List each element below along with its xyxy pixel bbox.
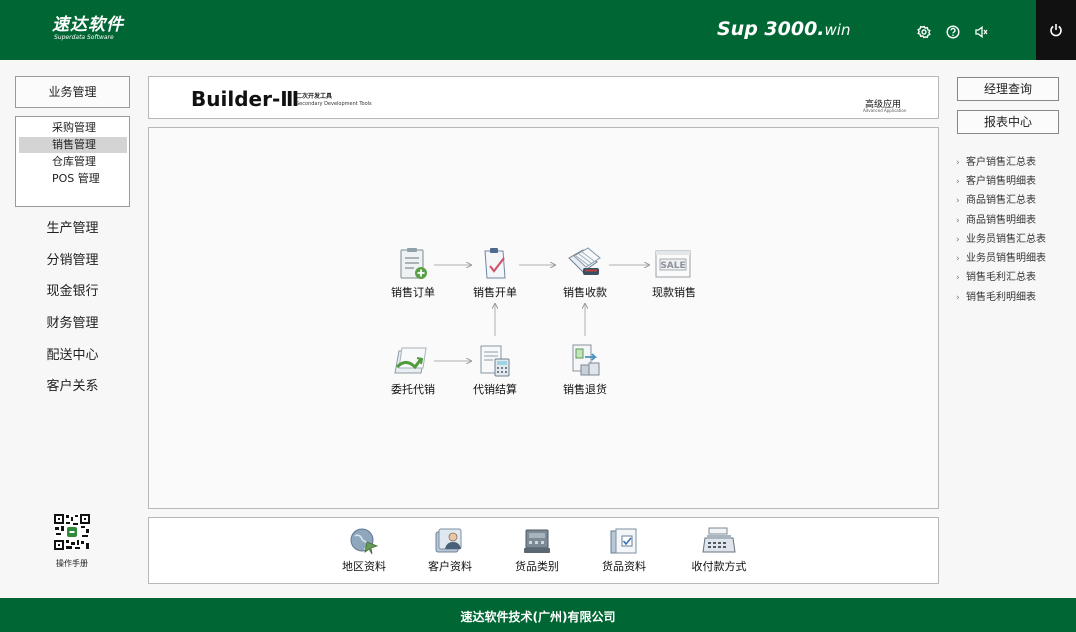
flow-label-sales-receipt: 销售收款 — [563, 286, 607, 299]
report-link-customer-sales-summary[interactable]: › 客户销售汇总表 — [956, 153, 1036, 168]
payment-method-icon — [702, 527, 736, 553]
chevron-right-icon: › — [956, 196, 960, 206]
nav-item-customer-relations[interactable]: 客户关系 — [15, 375, 130, 394]
settings-icon[interactable] — [917, 24, 931, 39]
consignment-settlement-icon — [480, 345, 510, 377]
report-link-label: 商品销售汇总表 — [966, 195, 1036, 206]
report-link-label: 销售毛利汇总表 — [966, 272, 1036, 283]
footer-bar: 速达软件技术(广州)有限公司 — [0, 598, 1076, 632]
report-link-label: 商品销售明细表 — [966, 215, 1036, 226]
region-data-icon — [350, 528, 379, 555]
chevron-right-icon: › — [956, 216, 960, 226]
builder-banner: Builder-Ⅲ 二次开发工具 Secondary Development T… — [148, 76, 939, 119]
bottom-label-goods-category: 货品类别 — [515, 560, 559, 573]
report-center-button[interactable]: 报表中心 — [957, 110, 1059, 134]
bottom-item-goods-data[interactable]: 货品资料 — [589, 526, 659, 574]
report-link-label: 客户销售明细表 — [966, 176, 1036, 187]
flow-node-consignment-settlement[interactable]: 代销结算 — [460, 343, 530, 397]
report-link-gross-profit-summary[interactable]: › 销售毛利汇总表 — [956, 268, 1036, 283]
flow-label-consignment: 委托代销 — [391, 383, 435, 396]
sales-return-icon — [572, 344, 600, 376]
report-link-customer-sales-detail[interactable]: › 客户销售明细表 — [956, 172, 1036, 187]
flow-label-consignment-settlement: 代销结算 — [473, 383, 517, 396]
bottom-label-customer: 客户资料 — [428, 560, 472, 573]
chevron-right-icon: › — [956, 177, 960, 187]
sales-receipt-icon — [568, 247, 601, 275]
footer-company-name: 速达软件技术(广州)有限公司 — [460, 610, 616, 624]
chevron-right-icon: › — [956, 293, 960, 303]
flow-node-consignment[interactable]: 委托代销 — [378, 343, 448, 397]
company-logo: 速达软件 Superdata Software — [52, 16, 124, 42]
power-button[interactable] — [1036, 0, 1076, 60]
flow-node-cash-sale[interactable]: SALE 现款销售 — [639, 246, 709, 300]
sales-invoice-icon — [484, 248, 506, 279]
submenu-item-purchase[interactable]: 采购管理 — [19, 120, 127, 136]
report-link-salesman-sales-detail[interactable]: › 业务员销售明细表 — [956, 249, 1046, 264]
bottom-item-goods-category[interactable]: 货品类别 — [502, 526, 572, 574]
qr-code-icon[interactable] — [54, 514, 90, 550]
flow-node-sales-order[interactable]: 销售订单 — [378, 246, 448, 300]
nav-item-finance[interactable]: 财务管理 — [15, 312, 130, 331]
report-link-label: 销售毛利明细表 — [966, 292, 1036, 303]
goods-data-icon — [610, 528, 637, 554]
submenu-item-sales[interactable]: 销售管理 — [19, 137, 127, 153]
report-link-label: 客户销售汇总表 — [966, 157, 1036, 168]
nav-item-distribution[interactable]: 分销管理 — [15, 249, 130, 268]
report-link-goods-sales-summary[interactable]: › 商品销售汇总表 — [956, 191, 1036, 206]
advanced-application-en: Advanced Application — [863, 108, 907, 113]
report-link-goods-sales-detail[interactable]: › 商品销售明细表 — [956, 211, 1036, 226]
submenu-item-pos[interactable]: POS 管理 — [19, 171, 127, 187]
logo-english: Superdata Software — [54, 34, 114, 41]
bottom-label-payment-method: 收付款方式 — [691, 560, 747, 573]
sales-order-icon — [400, 248, 427, 279]
flow-label-sales-order: 销售订单 — [391, 286, 435, 299]
flow-node-sales-invoice[interactable]: 销售开单 — [460, 246, 530, 300]
basic-data-panel: 地区资料 客户资料 货品类别 货品资料 收付款方式 — [148, 517, 939, 584]
flow-label-cash-sale: 现款销售 — [652, 286, 696, 299]
goods-category-icon — [524, 529, 550, 553]
business-management-button[interactable]: 业务管理 — [15, 76, 130, 108]
bottom-item-region[interactable]: 地区资料 — [329, 526, 399, 574]
builder-subtitle-en: Secondary Development Tools — [296, 101, 372, 107]
nav-item-delivery[interactable]: 配送中心 — [15, 344, 130, 363]
report-link-label: 业务员销售明细表 — [966, 253, 1046, 264]
chevron-right-icon: › — [956, 158, 960, 168]
flow-node-sales-receipt[interactable]: 销售收款 — [550, 244, 620, 300]
submenu-item-warehouse[interactable]: 仓库管理 — [19, 154, 127, 170]
nav-item-production[interactable]: 生产管理 — [15, 217, 130, 236]
report-link-gross-profit-detail[interactable]: › 销售毛利明细表 — [956, 288, 1036, 303]
bottom-label-goods-data: 货品资料 — [602, 560, 646, 573]
sound-icon[interactable] — [974, 24, 988, 39]
app-title-main: Sup 3000. — [717, 18, 825, 40]
report-link-salesman-sales-summary[interactable]: › 业务员销售汇总表 — [956, 230, 1046, 245]
manual-label: 操作手册 — [56, 559, 88, 568]
sales-flow-panel: 销售订单 销售开单 销售收款 SALE 现款销售 委托代销 代销结算 销售退货 — [148, 127, 939, 509]
cash-sale-icon: SALE — [655, 250, 691, 278]
bottom-label-region: 地区资料 — [342, 560, 386, 573]
report-link-label: 业务员销售汇总表 — [966, 234, 1046, 245]
chevron-right-icon: › — [956, 254, 960, 264]
nav-item-cash-bank[interactable]: 现金银行 — [15, 280, 130, 299]
flow-label-sales-invoice: 销售开单 — [473, 286, 517, 299]
header-bar: 速达软件 Superdata Software Sup 3000.win — [0, 0, 1076, 60]
flow-label-sales-return: 销售退货 — [563, 383, 607, 396]
consignment-icon — [394, 347, 427, 374]
chevron-right-icon: › — [956, 235, 960, 245]
chevron-right-icon: › — [956, 273, 960, 283]
app-title-suffix: win — [824, 21, 851, 39]
logo-chinese: 速达软件 — [52, 15, 124, 35]
bottom-item-customer[interactable]: 客户资料 — [415, 526, 485, 574]
flow-arrows — [434, 128, 940, 510]
customer-data-icon — [435, 528, 462, 553]
app-title: Sup 3000.win — [717, 18, 850, 40]
manager-query-button[interactable]: 经理查询 — [957, 77, 1059, 101]
flow-node-sales-return[interactable]: 销售退货 — [550, 343, 620, 397]
help-icon[interactable] — [946, 24, 960, 39]
business-submenu: 采购管理 销售管理 仓库管理 POS 管理 — [15, 116, 130, 207]
builder-title: Builder-Ⅲ — [191, 87, 300, 111]
builder-subtitle-cn: 二次开发工具 — [296, 93, 333, 100]
power-icon — [1050, 24, 1062, 37]
bottom-item-payment-method[interactable]: 收付款方式 — [684, 526, 754, 574]
svg-text:SALE: SALE — [660, 261, 685, 271]
